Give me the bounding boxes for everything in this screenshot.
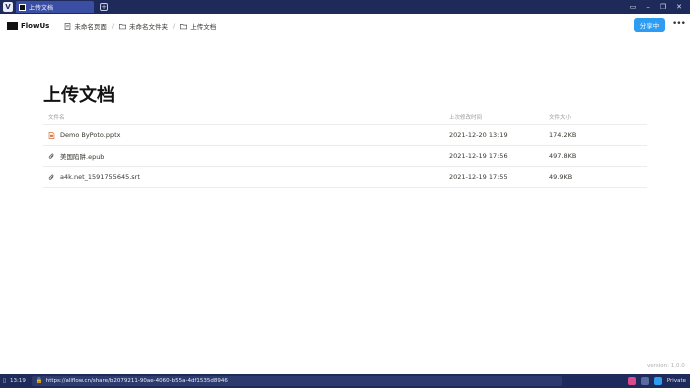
- restore-icon[interactable]: ❐: [660, 3, 666, 11]
- more-options-icon[interactable]: •••: [672, 19, 686, 29]
- browser-status-bar: ▯ 13:19 🔒 https://allflow.cn/share/b2079…: [0, 374, 690, 388]
- tab-favicon-icon: [19, 3, 26, 11]
- breadcrumb: 未命名页面 / 未命名文件夹 / 上传文档: [64, 21, 216, 31]
- table-row[interactable]: a4k.net_1591755645.srt 2021-12-19 17:55 …: [43, 167, 647, 188]
- version-label: version: 1.0.0: [647, 363, 685, 369]
- attachment-icon: [48, 153, 54, 159]
- breadcrumb-separator: /: [111, 22, 115, 30]
- file-size: 49.9KB: [549, 173, 573, 181]
- breadcrumb-item-page[interactable]: 未命名页面: [64, 21, 107, 31]
- column-header-name[interactable]: 文件名: [43, 113, 449, 121]
- brand[interactable]: FlowUs: [7, 22, 49, 30]
- file-modified: 2021-12-19 17:56: [449, 152, 508, 160]
- attachment-icon: [48, 174, 54, 180]
- browser-tab-active[interactable]: 上传文档: [16, 1, 94, 13]
- breadcrumb-label: 未命名页面: [74, 23, 107, 31]
- share-button[interactable]: 分享中: [634, 18, 665, 32]
- file-size: 497.8KB: [549, 152, 577, 160]
- file-size: 174.2KB: [549, 131, 577, 139]
- folder-icon: [180, 23, 188, 29]
- tab-list-icon[interactable]: ▭: [630, 3, 637, 11]
- new-tab-button[interactable]: +: [100, 3, 108, 11]
- flowus-logo-icon: [7, 22, 18, 30]
- breadcrumb-item-folder[interactable]: 未命名文件夹: [119, 21, 168, 31]
- url-text: https://allflow.cn/share/b2079211-90ae-4…: [45, 378, 228, 384]
- column-header-modified[interactable]: 上次修改时间: [449, 113, 549, 121]
- page-title: 上传文档: [43, 85, 115, 106]
- page-icon: [65, 22, 71, 30]
- browser-tab-bar: V 上传文档 + ▭ – ❐ ✕: [0, 0, 690, 14]
- extension-icon[interactable]: [627, 377, 636, 385]
- file-table: 文件名 上次修改时间 文件大小 Demo ByPoto.pptx 2021-12…: [43, 110, 647, 188]
- brand-name: FlowUs: [21, 22, 50, 30]
- table-row[interactable]: 美国陷阱.epub 2021-12-19 17:56 497.8KB: [43, 146, 647, 167]
- column-header-size[interactable]: 文件大小: [549, 113, 647, 121]
- breadcrumb-label: 上传文档: [190, 23, 217, 31]
- table-row[interactable]: Demo ByPoto.pptx 2021-12-20 13:19 174.2K…: [43, 125, 647, 146]
- minimize-icon[interactable]: –: [646, 3, 650, 11]
- breadcrumb-item-current[interactable]: 上传文档: [180, 21, 216, 31]
- file-name: Demo ByPoto.pptx: [60, 131, 121, 139]
- file-modified: 2021-12-20 13:19: [449, 131, 508, 139]
- clock: 13:19: [10, 378, 26, 384]
- address-bar[interactable]: 🔒 https://allflow.cn/share/b2079211-90ae…: [31, 376, 562, 386]
- file-name: a4k.net_1591755645.srt: [60, 173, 140, 181]
- tab-title: 上传文档: [29, 4, 54, 12]
- table-header: 文件名 上次修改时间 文件大小: [43, 110, 647, 125]
- browser-logo-icon[interactable]: V: [3, 2, 13, 12]
- breadcrumb-label: 未命名文件夹: [129, 23, 169, 31]
- app-header: FlowUs 未命名页面 / 未命名文件夹 / 上传文档 分享中 •••: [0, 14, 690, 38]
- close-icon[interactable]: ✕: [676, 3, 682, 11]
- private-label[interactable]: Private: [667, 378, 686, 384]
- folder-icon: [119, 23, 127, 29]
- file-name: 美国陷阱.epub: [60, 153, 105, 161]
- file-modified: 2021-12-19 17:55: [449, 173, 508, 181]
- pptx-file-icon: [48, 131, 55, 139]
- panel-toggle-icon[interactable]: ▯: [3, 378, 6, 384]
- breadcrumb-separator: /: [173, 22, 176, 30]
- lock-icon: 🔒: [35, 378, 43, 384]
- sync-icon[interactable]: [653, 377, 662, 385]
- capture-icon[interactable]: [640, 377, 649, 385]
